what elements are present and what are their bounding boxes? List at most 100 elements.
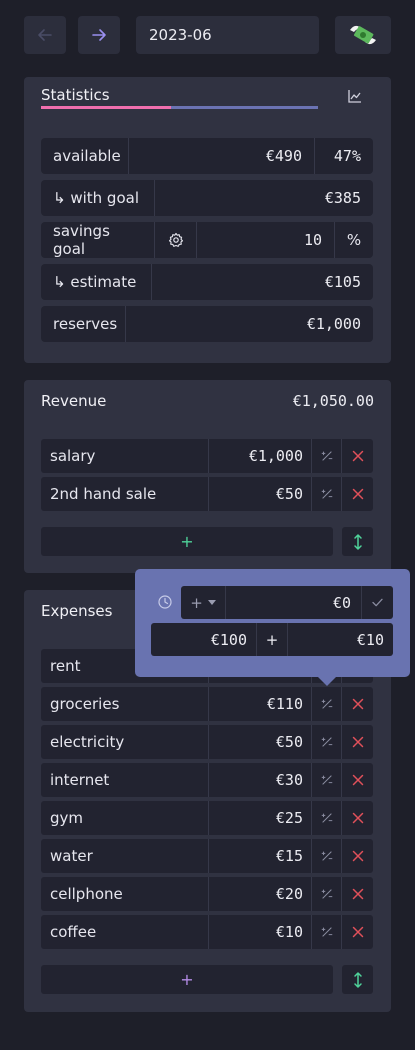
close-icon <box>352 926 363 938</box>
item-amount[interactable]: €20 <box>209 877 312 911</box>
statistics-title: Statistics <box>41 86 110 104</box>
sort-revenue-button[interactable] <box>342 527 373 556</box>
item-name[interactable]: salary <box>41 439 209 473</box>
adjust-amount-button[interactable] <box>312 477 342 511</box>
close-icon <box>352 698 363 710</box>
popover-arrow <box>317 676 337 686</box>
adjust-amount-button[interactable] <box>312 801 342 835</box>
popover-confirm-button[interactable] <box>362 586 393 619</box>
list-item: groceries €110 <box>41 687 373 721</box>
delete-item-button[interactable] <box>342 801 373 835</box>
item-name[interactable]: electricity <box>41 725 209 759</box>
item-amount-value: €1,000 <box>248 447 303 465</box>
adjust-amount-button[interactable] <box>312 725 342 759</box>
close-icon <box>352 450 363 462</box>
adjust-amount-button[interactable] <box>312 687 342 721</box>
revenue-total: €1,050.00 <box>292 392 374 410</box>
item-name[interactable]: 2nd hand sale <box>41 477 209 511</box>
month-input[interactable]: 2023-06 <box>136 16 319 54</box>
operator-dropdown[interactable]: + <box>181 586 226 619</box>
close-icon <box>352 850 363 862</box>
savings-progress-fill <box>41 106 172 109</box>
delete-item-button[interactable] <box>342 877 373 911</box>
adjust-amount-button[interactable] <box>312 915 342 949</box>
list-item: gym €25 <box>41 801 373 835</box>
item-name[interactable]: groceries <box>41 687 209 721</box>
revenue-card: Revenue €1,050.00 salary €1,000 2nd hand s… <box>24 380 391 573</box>
item-amount[interactable]: €10 <box>209 915 312 949</box>
list-item: electricity €50 <box>41 725 373 759</box>
item-name[interactable]: cellphone <box>41 877 209 911</box>
add-revenue-button[interactable]: + <box>41 527 333 556</box>
savings-goal-value: 10 <box>303 231 322 249</box>
item-name[interactable]: coffee <box>41 915 209 949</box>
close-icon <box>352 774 363 786</box>
popover-input-row: + €0 <box>181 586 393 619</box>
item-amount[interactable]: €15 <box>209 839 312 873</box>
history-button[interactable] <box>157 594 173 614</box>
money-button[interactable] <box>335 16 391 54</box>
reserves-label: reserves <box>53 315 118 333</box>
item-amount[interactable]: €1,000 <box>209 439 312 473</box>
item-amount-value: €30 <box>275 771 303 789</box>
item-amount-value: €50 <box>275 733 303 751</box>
adjust-amount-button[interactable] <box>312 877 342 911</box>
item-amount-value: €25 <box>275 809 303 827</box>
savings-goal-input[interactable]: 10 <box>197 222 335 258</box>
estimate-row: ↳ estimate €105 <box>41 264 373 300</box>
item-amount[interactable]: €50 <box>209 477 312 511</box>
list-item: water €15 <box>41 839 373 873</box>
item-name[interactable]: internet <box>41 763 209 797</box>
item-name[interactable]: water <box>41 839 209 873</box>
delete-item-button[interactable] <box>342 439 373 473</box>
sort-vertical-icon <box>353 971 362 988</box>
popover-amount-input[interactable]: €0 <box>226 586 362 619</box>
list-item: internet €30 <box>41 763 373 797</box>
operator-dropdown-label: + <box>190 593 203 612</box>
popover-operator: + <box>265 630 279 649</box>
line-chart-icon <box>348 90 361 103</box>
plus-minus-icon <box>321 699 332 709</box>
sort-expenses-button[interactable] <box>342 965 373 994</box>
close-icon <box>352 736 363 748</box>
reserves-input[interactable]: €1,000 <box>126 306 373 342</box>
item-amount-value: €110 <box>266 695 303 713</box>
adjust-amount-button[interactable] <box>312 839 342 873</box>
item-amount[interactable]: €50 <box>209 725 312 759</box>
close-icon <box>352 488 363 500</box>
adjust-amount-button[interactable] <box>312 763 342 797</box>
delete-item-button[interactable] <box>342 915 373 949</box>
item-amount[interactable]: €25 <box>209 801 312 835</box>
item-amount-value: €20 <box>275 885 303 903</box>
popover-result-value: €10 <box>356 630 384 649</box>
chart-button[interactable] <box>347 88 363 108</box>
delete-item-button[interactable] <box>342 763 373 797</box>
money-with-wings-icon <box>350 25 376 45</box>
savings-progress-bar <box>41 106 318 109</box>
next-month-button[interactable] <box>78 16 120 54</box>
delete-item-button[interactable] <box>342 477 373 511</box>
delete-item-button[interactable] <box>342 687 373 721</box>
with-goal-row: ↳ with goal €385 <box>41 180 373 216</box>
list-item: coffee €10 <box>41 915 373 949</box>
savings-goal-settings-button[interactable] <box>155 222 197 258</box>
sort-vertical-icon <box>353 533 362 550</box>
estimate-value: €105 <box>324 273 361 291</box>
plus-minus-icon <box>321 775 332 785</box>
item-amount[interactable]: €110 <box>209 687 312 721</box>
popover-calculation-row: €100 + €10 <box>151 623 393 656</box>
available-row: available €490 47% <box>41 138 373 174</box>
previous-month-button[interactable] <box>24 16 66 54</box>
adjust-amount-button[interactable] <box>312 439 342 473</box>
close-icon <box>352 888 363 900</box>
popover-operator-button[interactable]: + <box>257 623 288 656</box>
add-expense-button[interactable]: + <box>41 965 333 994</box>
available-value: €490 <box>265 147 302 165</box>
delete-item-button[interactable] <box>342 725 373 759</box>
arrow-right-icon <box>92 29 106 41</box>
item-amount[interactable]: €30 <box>209 763 312 797</box>
popover-base-value: €100 <box>210 630 247 649</box>
item-name[interactable]: gym <box>41 801 209 835</box>
with-goal-label: ↳ with goal <box>53 189 139 207</box>
delete-item-button[interactable] <box>342 839 373 873</box>
